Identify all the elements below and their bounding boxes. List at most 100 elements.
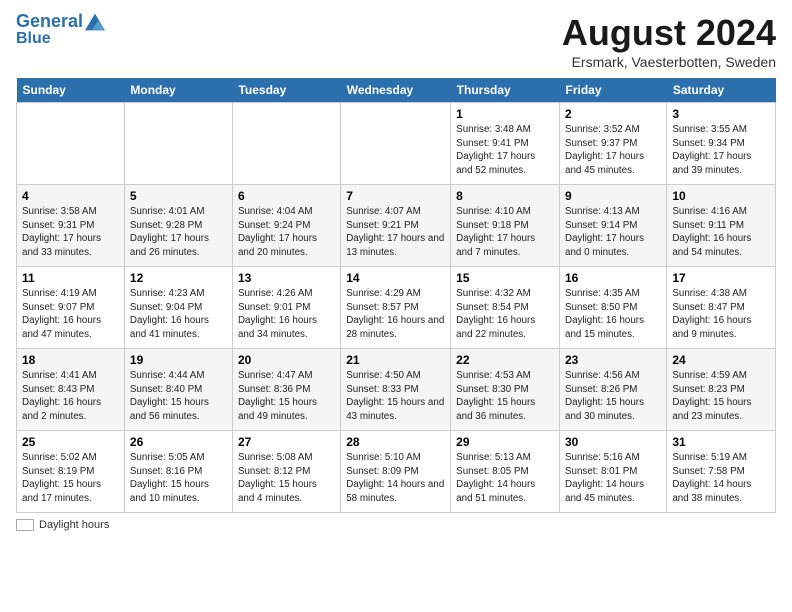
calendar-cell: 13Sunrise: 4:26 AM Sunset: 9:01 PM Dayli… <box>232 267 340 349</box>
calendar-cell: 4 Sunrise: 3:58 AM Sunset: 9:31 PM Daylig… <box>17 185 125 267</box>
day-info: Sunrise: 4:10 AM Sunset: 9:18 PM Dayligh… <box>456 205 554 260</box>
logo-subtext: Blue <box>16 30 51 48</box>
day-number: 7 <box>346 189 445 203</box>
day-info: Sunrise: 4:59 AM Sunset: 8:23 PM Dayligh… <box>672 369 770 424</box>
day-info: Sunrise: 4:56 AM Sunset: 8:26 PM Dayligh… <box>565 369 661 424</box>
day-number: 30 <box>565 435 661 449</box>
daylight-box <box>16 519 34 531</box>
day-number: 8 <box>456 189 554 203</box>
calendar-cell <box>341 103 451 185</box>
day-info: Sunrise: 4:35 AM Sunset: 8:50 PM Dayligh… <box>565 287 661 342</box>
day-info: Sunrise: 4:44 AM Sunset: 8:40 PM Dayligh… <box>130 369 227 424</box>
day-info: Sunrise: 4:50 AM Sunset: 8:33 PM Dayligh… <box>346 369 445 424</box>
calendar-cell: 8 Sunrise: 4:10 AM Sunset: 9:18 PM Daylig… <box>451 185 560 267</box>
calendar-cell: 20Sunrise: 4:47 AM Sunset: 8:36 PM Dayli… <box>232 349 340 431</box>
calendar-cell: 23Sunrise: 4:56 AM Sunset: 8:26 PM Dayli… <box>560 349 667 431</box>
day-info: Sunrise: 4:16 AM Sunset: 9:11 PM Dayligh… <box>672 205 770 260</box>
calendar-cell: 27Sunrise: 5:08 AM Sunset: 8:12 PM Dayli… <box>232 431 340 513</box>
calendar-week-row: 4 Sunrise: 3:58 AM Sunset: 9:31 PM Daylig… <box>17 185 776 267</box>
calendar-cell: 31 Sunrise: 5:19 AM Sunset: 7:58 PM Dayli… <box>667 431 776 513</box>
day-info: Sunrise: 4:41 AM Sunset: 8:43 PM Dayligh… <box>22 369 119 424</box>
calendar-cell: 30 Sunrise: 5:16 AM Sunset: 8:01 PM Dayli… <box>560 431 667 513</box>
calendar-cell: 18Sunrise: 4:41 AM Sunset: 8:43 PM Dayli… <box>17 349 125 431</box>
day-number: 12 <box>130 271 227 285</box>
weekday-header-cell: Monday <box>124 78 232 103</box>
calendar-cell: 9Sunrise: 4:13 AM Sunset: 9:14 PM Daylig… <box>560 185 667 267</box>
day-number: 6 <box>238 189 335 203</box>
calendar-cell: 11Sunrise: 4:19 AM Sunset: 9:07 PM Dayli… <box>17 267 125 349</box>
day-number: 28 <box>346 435 445 449</box>
day-number: 21 <box>346 353 445 367</box>
calendar-cell: 5 Sunrise: 4:01 AM Sunset: 9:28 PM Daylig… <box>124 185 232 267</box>
footer: Daylight hours <box>16 519 776 531</box>
calendar-cell <box>232 103 340 185</box>
day-info: Sunrise: 5:02 AM Sunset: 8:19 PM Dayligh… <box>22 451 119 506</box>
calendar-week-row: 1 Sunrise: 3:48 AM Sunset: 9:41 PM Daylig… <box>17 103 776 185</box>
calendar-cell: 14 Sunrise: 4:29 AM Sunset: 8:57 PM Dayli… <box>341 267 451 349</box>
logo: General Blue <box>16 12 105 48</box>
day-number: 2 <box>565 107 661 121</box>
weekday-header-cell: Thursday <box>451 78 560 103</box>
day-info: Sunrise: 4:04 AM Sunset: 9:24 PM Dayligh… <box>238 205 335 260</box>
calendar-cell <box>124 103 232 185</box>
title-block: August 2024 Ersmark, Vaesterbotten, Swed… <box>562 12 776 70</box>
calendar-table: SundayMondayTuesdayWednesdayThursdayFrid… <box>16 78 776 513</box>
day-number: 24 <box>672 353 770 367</box>
weekday-header-cell: Sunday <box>17 78 125 103</box>
day-info: Sunrise: 4:29 AM Sunset: 8:57 PM Dayligh… <box>346 287 445 342</box>
daylight-label: Daylight hours <box>39 519 109 531</box>
day-number: 13 <box>238 271 335 285</box>
day-info: Sunrise: 4:19 AM Sunset: 9:07 PM Dayligh… <box>22 287 119 342</box>
day-info: Sunrise: 4:01 AM Sunset: 9:28 PM Dayligh… <box>130 205 227 260</box>
weekday-header-cell: Friday <box>560 78 667 103</box>
weekday-header-cell: Saturday <box>667 78 776 103</box>
calendar-cell: 7 Sunrise: 4:07 AM Sunset: 9:21 PM Daylig… <box>341 185 451 267</box>
calendar-cell: 19Sunrise: 4:44 AM Sunset: 8:40 PM Dayli… <box>124 349 232 431</box>
day-info: Sunrise: 3:48 AM Sunset: 9:41 PM Dayligh… <box>456 123 554 178</box>
calendar-cell: 3 Sunrise: 3:55 AM Sunset: 9:34 PM Daylig… <box>667 103 776 185</box>
day-info: Sunrise: 5:10 AM Sunset: 8:09 PM Dayligh… <box>346 451 445 506</box>
day-number: 1 <box>456 107 554 121</box>
calendar-week-row: 11Sunrise: 4:19 AM Sunset: 9:07 PM Dayli… <box>17 267 776 349</box>
day-info: Sunrise: 5:16 AM Sunset: 8:01 PM Dayligh… <box>565 451 661 506</box>
calendar-week-row: 18Sunrise: 4:41 AM Sunset: 8:43 PM Dayli… <box>17 349 776 431</box>
main-title: August 2024 <box>562 12 776 54</box>
day-number: 25 <box>22 435 119 449</box>
day-info: Sunrise: 4:32 AM Sunset: 8:54 PM Dayligh… <box>456 287 554 342</box>
day-info: Sunrise: 4:47 AM Sunset: 8:36 PM Dayligh… <box>238 369 335 424</box>
day-info: Sunrise: 4:07 AM Sunset: 9:21 PM Dayligh… <box>346 205 445 260</box>
calendar-cell: 12Sunrise: 4:23 AM Sunset: 9:04 PM Dayli… <box>124 267 232 349</box>
day-info: Sunrise: 4:13 AM Sunset: 9:14 PM Dayligh… <box>565 205 661 260</box>
day-number: 17 <box>672 271 770 285</box>
calendar-cell: 28 Sunrise: 5:10 AM Sunset: 8:09 PM Dayli… <box>341 431 451 513</box>
day-number: 14 <box>346 271 445 285</box>
day-info: Sunrise: 3:55 AM Sunset: 9:34 PM Dayligh… <box>672 123 770 178</box>
day-number: 3 <box>672 107 770 121</box>
day-info: Sunrise: 5:19 AM Sunset: 7:58 PM Dayligh… <box>672 451 770 506</box>
day-number: 5 <box>130 189 227 203</box>
calendar-cell: 2Sunrise: 3:52 AM Sunset: 9:37 PM Daylig… <box>560 103 667 185</box>
page-header: General Blue August 2024 Ersmark, Vaeste… <box>16 12 776 70</box>
day-number: 15 <box>456 271 554 285</box>
day-info: Sunrise: 3:58 AM Sunset: 9:31 PM Dayligh… <box>22 205 119 260</box>
calendar-cell: 24 Sunrise: 4:59 AM Sunset: 8:23 PM Dayli… <box>667 349 776 431</box>
calendar-cell: 17 Sunrise: 4:38 AM Sunset: 8:47 PM Dayli… <box>667 267 776 349</box>
calendar-cell: 22Sunrise: 4:53 AM Sunset: 8:30 PM Dayli… <box>451 349 560 431</box>
day-number: 16 <box>565 271 661 285</box>
day-number: 31 <box>672 435 770 449</box>
calendar-cell: 25 Sunrise: 5:02 AM Sunset: 8:19 PM Dayli… <box>17 431 125 513</box>
calendar-cell <box>17 103 125 185</box>
calendar-cell: 29Sunrise: 5:13 AM Sunset: 8:05 PM Dayli… <box>451 431 560 513</box>
weekday-header-cell: Wednesday <box>341 78 451 103</box>
day-number: 29 <box>456 435 554 449</box>
weekday-header-row: SundayMondayTuesdayWednesdayThursdayFrid… <box>17 78 776 103</box>
day-number: 26 <box>130 435 227 449</box>
calendar-body: 1 Sunrise: 3:48 AM Sunset: 9:41 PM Daylig… <box>17 103 776 513</box>
calendar-cell: 10Sunrise: 4:16 AM Sunset: 9:11 PM Dayli… <box>667 185 776 267</box>
logo-text: General <box>16 12 83 32</box>
calendar-cell: 26Sunrise: 5:05 AM Sunset: 8:16 PM Dayli… <box>124 431 232 513</box>
day-info: Sunrise: 4:38 AM Sunset: 8:47 PM Dayligh… <box>672 287 770 342</box>
calendar-cell: 6 Sunrise: 4:04 AM Sunset: 9:24 PM Daylig… <box>232 185 340 267</box>
day-number: 4 <box>22 189 119 203</box>
calendar-cell: 1 Sunrise: 3:48 AM Sunset: 9:41 PM Daylig… <box>451 103 560 185</box>
